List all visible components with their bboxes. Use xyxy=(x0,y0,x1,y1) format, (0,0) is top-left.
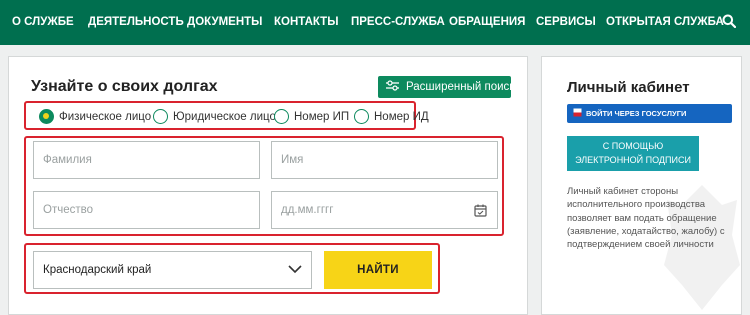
nav-item-contacts[interactable]: КОНТАКТЫ xyxy=(274,16,338,28)
digital-signature-button[interactable]: С помощью электронной подписи xyxy=(567,136,699,171)
debt-search-card: Узнайте о своих долгах Расширенный поиск… xyxy=(8,56,528,315)
top-navigation: О СЛУЖБЕ ДЕЯТЕЛЬНОСТЬ ДОКУМЕНТЫ КОНТАКТЫ… xyxy=(0,0,750,45)
cabinet-title: Личный кабинет xyxy=(567,79,690,96)
radio-label: Юридическое лицо xyxy=(173,110,276,123)
radio-label: Номер ИП xyxy=(294,110,350,123)
region-select-value: Краснодарский край xyxy=(43,264,152,276)
cabinet-description: Личный кабинет стороны исполнительного п… xyxy=(567,186,725,251)
find-button[interactable]: НАЙТИ xyxy=(324,251,432,289)
sliders-icon xyxy=(386,80,399,94)
radio-unchecked-icon xyxy=(274,109,289,124)
radio-unchecked-icon xyxy=(153,109,168,124)
region-search-group: Краснодарский край НАЙТИ xyxy=(24,243,440,294)
radio-ip-number[interactable]: Номер ИП xyxy=(274,109,349,124)
gosuslugi-icon xyxy=(573,108,582,119)
last-name-field[interactable]: Фамилия xyxy=(33,141,260,179)
advanced-search-label: Расширенный поиск xyxy=(406,81,515,93)
advanced-search-button[interactable]: Расширенный поиск xyxy=(378,76,515,98)
name-fields-group: Фамилия Имя Отчество дд.мм.гггг xyxy=(24,136,504,236)
search-icon[interactable] xyxy=(722,14,738,30)
radio-individual[interactable]: Физическое лицо xyxy=(39,109,151,124)
region-select[interactable]: Краснодарский край xyxy=(33,251,312,289)
patronymic-field[interactable]: Отчество xyxy=(33,191,260,229)
radio-checked-icon xyxy=(39,109,54,124)
radio-legal-entity[interactable]: Юридическое лицо xyxy=(153,109,276,124)
radio-label: Физическое лицо xyxy=(59,110,152,123)
radio-label: Номер ИД xyxy=(374,110,429,123)
person-type-radio-group: Физическое лицо Юридическое лицо Номер И… xyxy=(24,101,429,130)
nav-item-services[interactable]: СЕРВИСЫ xyxy=(536,16,596,28)
radio-id-number[interactable]: Номер ИД xyxy=(354,109,429,124)
personal-cabinet-card: Личный кабинет Войти через Госуслуги С п… xyxy=(541,56,742,315)
nav-item-documents[interactable]: ДОКУМЕНТЫ xyxy=(187,16,262,28)
gosuslugi-label: Войти через Госуслуги xyxy=(586,109,687,118)
nav-item-open-service[interactable]: ОТКРЫТАЯ СЛУЖБА xyxy=(606,16,724,28)
nav-item-about[interactable]: О СЛУЖБЕ xyxy=(12,16,74,28)
nav-item-activity[interactable]: ДЕЯТЕЛЬНОСТЬ xyxy=(88,16,184,28)
nav-item-press[interactable]: ПРЕСС-СЛУЖБА xyxy=(351,16,445,28)
radio-unchecked-icon xyxy=(354,109,369,124)
calendar-icon[interactable] xyxy=(474,204,487,220)
first-name-field[interactable]: Имя xyxy=(271,141,498,179)
birth-date-placeholder: дд.мм.гггг xyxy=(281,204,334,216)
nav-item-appeals[interactable]: ОБРАЩЕНИЯ xyxy=(449,16,525,28)
gosuslugi-login-button[interactable]: Войти через Госуслуги xyxy=(567,104,732,123)
chevron-down-icon xyxy=(288,264,302,277)
birth-date-field[interactable]: дд.мм.гггг xyxy=(271,191,498,229)
debt-search-title: Узнайте о своих долгах xyxy=(31,78,218,95)
